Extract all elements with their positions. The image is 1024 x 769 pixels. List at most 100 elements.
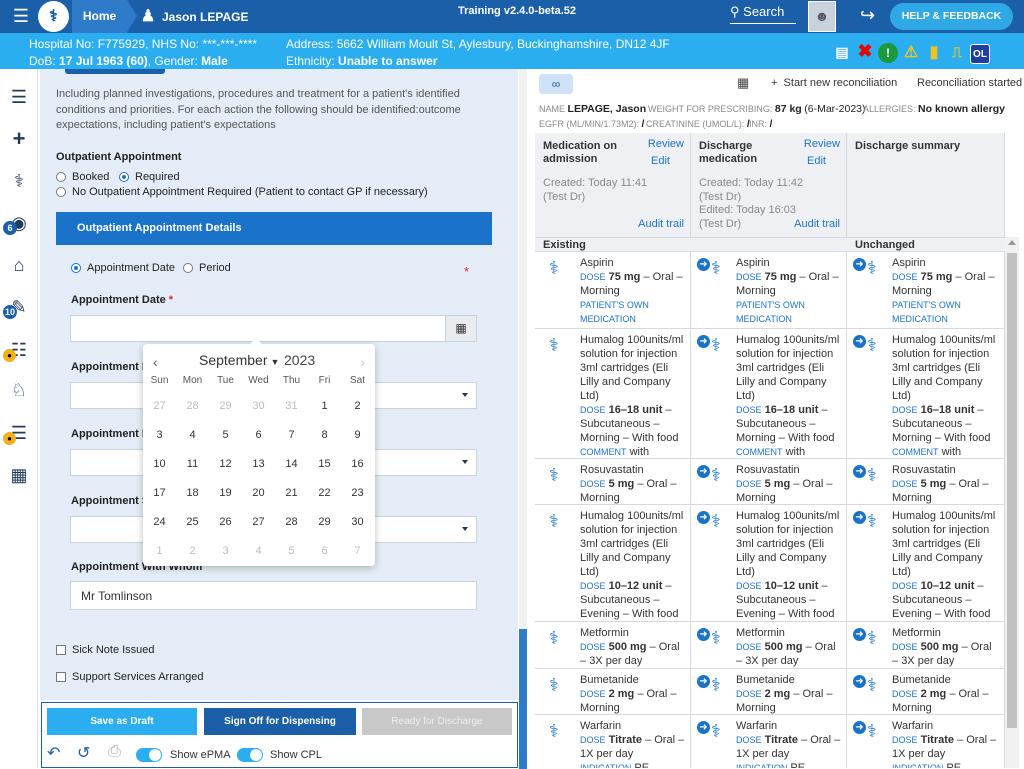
scrollbar-thumb[interactable]	[519, 629, 527, 769]
medication-cell[interactable]: ➜ ⚕ Bumetanide DOSE 2 mg – Oral – Morning	[691, 669, 847, 715]
next-month-icon[interactable]: ›	[360, 354, 365, 370]
medication-cell[interactable]: ➜ ⚕ Aspirin DOSE 75 mg – Oral – Morning PATI…	[847, 252, 1005, 329]
patient-breadcrumb[interactable]: ♟ Jason LEPAGE	[140, 0, 249, 33]
link-icon[interactable]: ∞	[539, 74, 573, 94]
medication-cell[interactable]: ⚕ Rosuvastatin DOSE 5 mg – Oral – Morning	[535, 459, 691, 505]
calendar-day[interactable]: 16	[341, 458, 374, 470]
calendar-day[interactable]: 22	[308, 487, 341, 499]
medication-cell[interactable]: ➜ ⚕ Warfarin DOSE Titrate – Oral – 1X per d…	[691, 715, 847, 768]
radio-appointment-date[interactable]: Appointment Date	[71, 262, 175, 274]
pill-icon[interactable]: ⎍	[947, 42, 967, 62]
building-icon[interactable]: ▦	[8, 464, 30, 486]
start-reconciliation-button[interactable]: + Start new reconciliation	[771, 77, 897, 89]
list-icon[interactable]: ☰	[8, 86, 30, 108]
support-services-checkbox[interactable]: Support Services Arranged	[56, 671, 203, 683]
history-icon[interactable]: ↺	[77, 743, 90, 763]
prev-month-icon[interactable]: ‹	[153, 354, 158, 370]
calendar-day[interactable]: 31	[275, 400, 308, 412]
calendar-day[interactable]: 9	[341, 429, 374, 441]
scrollbar-thumb[interactable]	[1007, 253, 1017, 728]
radio-dot[interactable]	[71, 263, 81, 273]
audit-trail-link[interactable]: Audit trail	[638, 218, 684, 230]
medication-cell[interactable]: ➜ ⚕ Bumetanide DOSE 2 mg – Oral – Morning	[847, 669, 1005, 715]
medication-cell[interactable]: ➜ ⚕ Aspirin DOSE 75 mg – Oral – Morning PATI…	[691, 252, 847, 329]
audit-trail-link[interactable]: Audit trail	[794, 218, 840, 230]
calendar-icon[interactable]: ▦	[445, 316, 476, 341]
radio-required[interactable]: Required	[119, 171, 180, 183]
ol-badge[interactable]: OL	[970, 44, 990, 64]
calendar-day[interactable]: 2	[341, 400, 374, 412]
calendar-day[interactable]: 10	[143, 458, 176, 470]
calendar-day[interactable]: 29	[308, 516, 341, 528]
ready-discharge-button[interactable]: Ready for Discharge	[362, 708, 512, 735]
calendar-day[interactable]: 25	[176, 516, 209, 528]
medication-cell[interactable]: ➜ ⚕ Humalog 100units/ml solution for injec…	[691, 329, 847, 459]
calendar-day[interactable]: 28	[176, 400, 209, 412]
calendar-day[interactable]: 12	[209, 458, 242, 470]
edit-link[interactable]: Edit	[807, 155, 826, 167]
calendar-day[interactable]: 3	[209, 545, 242, 557]
sign-off-button[interactable]: Sign Off for Dispensing	[204, 708, 356, 735]
calendar-day[interactable]: 6	[242, 429, 275, 441]
help-feedback-button[interactable]: HELP & FEEDBACK	[890, 3, 1013, 30]
scroll-up-icon[interactable]	[1008, 240, 1016, 245]
calendar-day[interactable]: 27	[242, 516, 275, 528]
calendar-day[interactable]: 4	[242, 545, 275, 557]
undo-icon[interactable]: ↶	[47, 743, 60, 763]
calendar-day[interactable]: 29	[209, 400, 242, 412]
sick-note-checkbox[interactable]: Sick Note Issued	[56, 644, 155, 656]
search-button[interactable]: ⚲ Search	[730, 4, 796, 24]
radio-dot[interactable]	[119, 172, 129, 182]
home-breadcrumb[interactable]: Home	[72, 0, 137, 33]
calendar-day[interactable]: 15	[308, 458, 341, 470]
appointment-date-input[interactable]: ▦	[70, 315, 477, 342]
calendar-day[interactable]: 2	[176, 545, 209, 557]
radio-period[interactable]: Period	[183, 262, 231, 274]
calendar-day[interactable]: 7	[341, 545, 374, 557]
calculator-icon[interactable]: ▦	[737, 75, 749, 91]
battery-alert-icon[interactable]: ▮	[924, 43, 944, 63]
edit-link[interactable]: Edit	[651, 155, 670, 167]
previous-button-edge[interactable]	[65, 69, 165, 74]
calendar-day[interactable]: 18	[176, 487, 209, 499]
calendar-day[interactable]: 23	[341, 487, 374, 499]
form-scrollbar[interactable]	[519, 69, 527, 769]
calendar-day[interactable]: 8	[308, 429, 341, 441]
calendar-day[interactable]: 5	[209, 429, 242, 441]
house-icon[interactable]: ⌂	[8, 254, 30, 276]
cross-alert-icon[interactable]: ✖	[855, 41, 875, 61]
calendar-day[interactable]: 3	[143, 429, 176, 441]
discharge-icon[interactable]: ♘	[8, 379, 30, 401]
calendar-day[interactable]: 6	[308, 545, 341, 557]
reconciliation-scrollbar[interactable]	[1005, 237, 1019, 768]
calendar-day[interactable]: 11	[176, 458, 209, 470]
show-epma-toggle[interactable]	[136, 748, 162, 762]
medication-cell[interactable]: ➜ ⚕ Humalog 100units/ml solution for injec…	[847, 505, 1005, 622]
radio-no-appointment[interactable]: No Outpatient Appointment Required (Pati…	[56, 186, 428, 198]
medication-cell[interactable]: ➜ ⚕ Rosuvastatin DOSE 5 mg – Oral – Morning	[691, 459, 847, 505]
calendar-day[interactable]: 1	[308, 400, 341, 412]
calendar-day[interactable]: 28	[275, 516, 308, 528]
hamburger-menu-icon[interactable]: ☰	[10, 7, 32, 25]
review-link[interactable]: Review	[648, 138, 684, 150]
medication-cell[interactable]: ➜ ⚕ Humalog 100units/ml solution for injec…	[847, 329, 1005, 459]
save-draft-button[interactable]: Save as Draft	[47, 708, 197, 735]
calendar-day[interactable]: 1	[143, 545, 176, 557]
calendar-day[interactable]: 30	[341, 516, 374, 528]
medication-cell[interactable]: ➜ ⚕ Metformin DOSE 500 mg – Oral – 3X per d…	[691, 622, 847, 669]
calendar-day[interactable]: 7	[275, 429, 308, 441]
bed-icon[interactable]: ▤	[832, 42, 852, 62]
calendar-day[interactable]: 17	[143, 487, 176, 499]
medication-cell[interactable]: ➜ ⚕ Metformin DOSE 500 mg – Oral – 3X per d…	[847, 622, 1005, 669]
calendar-day[interactable]: 26	[209, 516, 242, 528]
calendar-day[interactable]: 5	[275, 545, 308, 557]
year-input[interactable]: 2023	[284, 352, 315, 368]
calendar-day[interactable]: 27	[143, 400, 176, 412]
medication-cell[interactable]: ⚕ Aspirin DOSE 75 mg – Oral – Morning PATIE…	[535, 252, 691, 329]
print-icon[interactable]: ⎙	[108, 743, 121, 761]
calendar-day[interactable]: 30	[242, 400, 275, 412]
medication-cell[interactable]: ➜ ⚕ Warfarin DOSE Titrate – Oral – 1X per d…	[847, 715, 1005, 768]
calendar-day[interactable]: 21	[275, 487, 308, 499]
calendar-day[interactable]: 13	[242, 458, 275, 470]
radio-dot[interactable]	[183, 263, 193, 273]
